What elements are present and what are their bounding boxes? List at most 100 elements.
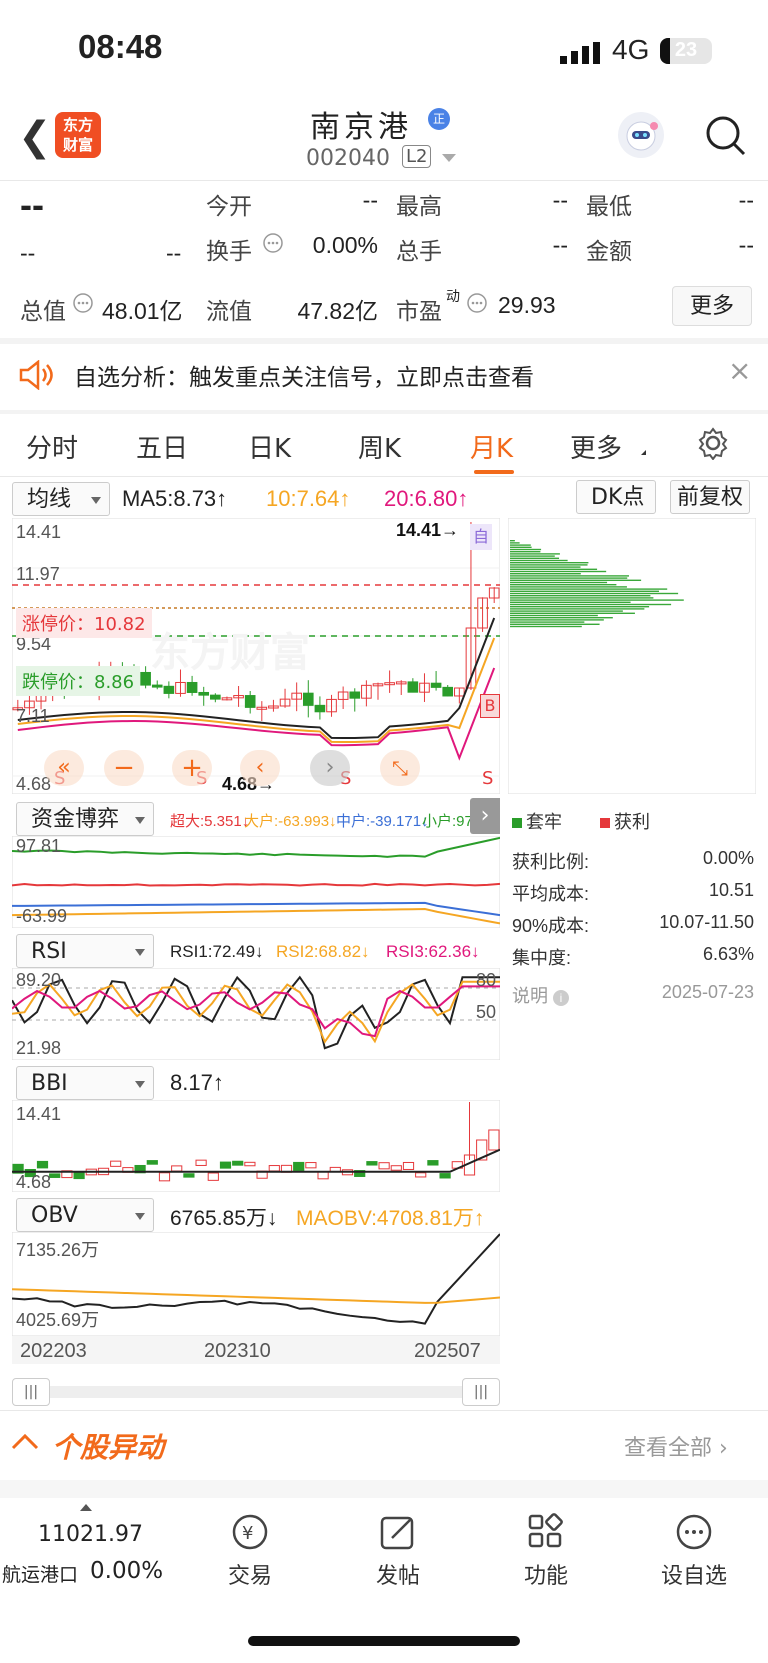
zoom-out-icon[interactable]: −	[104, 750, 144, 786]
open-value: --	[362, 187, 378, 213]
home-indicator	[248, 1636, 520, 1646]
info-icon[interactable]	[262, 232, 284, 254]
chip-bar	[510, 590, 659, 592]
fullscreen-icon[interactable]: ⤡	[380, 750, 420, 786]
bbi-candle	[244, 1161, 256, 1167]
turnover-value: 0.00%	[312, 232, 378, 258]
candle-body	[163, 685, 175, 694]
chip-bar	[510, 546, 532, 548]
chip-bar	[510, 579, 642, 581]
functions-button[interactable]: 功能	[486, 1512, 606, 1590]
obv-y-top: 7135.26万	[16, 1240, 100, 1260]
bbi-candle	[183, 1173, 195, 1178]
view-all-link[interactable]: 查看全部 ›	[624, 1430, 728, 1462]
rsi-line-80: 80	[476, 970, 497, 990]
chip-bar	[510, 544, 531, 546]
app-logo[interactable]: 东方 财富	[55, 112, 101, 158]
range-handle-left[interactable]: |||	[12, 1378, 50, 1406]
chip-bar	[510, 610, 623, 612]
rsi3-value: RSI3:62.36↓	[386, 942, 480, 961]
zoom-in-icon[interactable]: +	[172, 750, 212, 786]
scroll-left-icon[interactable]: «	[44, 750, 84, 786]
capital-select[interactable]: 资金博弈	[16, 802, 154, 836]
ma-select[interactable]: 均线	[12, 482, 110, 516]
info-icon[interactable]	[72, 292, 94, 314]
more-dots-icon	[676, 1514, 712, 1550]
chip-bar	[510, 623, 600, 625]
chip-bar	[510, 597, 654, 599]
bbi-candle	[49, 1173, 61, 1178]
logo-text-1: 东方	[62, 116, 93, 134]
chip-distribution-chart[interactable]	[508, 518, 756, 794]
alert-banner[interactable]: 自选分析：触发重点关注信号，立即点击查看 ×	[0, 342, 768, 410]
dk-point-select[interactable]: DK点	[576, 480, 656, 514]
step-right-icon[interactable]: ›	[310, 750, 350, 786]
battery-icon: 23	[660, 38, 712, 64]
turnover-label: 换手	[206, 238, 252, 264]
chevron-up-icon[interactable]	[10, 1430, 40, 1454]
candle-body	[302, 692, 314, 706]
post-button[interactable]: 发帖	[338, 1512, 458, 1590]
avg-cost-label: 平均成本:	[512, 884, 590, 904]
bbi-candle	[158, 1172, 171, 1182]
more-button[interactable]: 更多	[672, 286, 752, 326]
chip-bar	[510, 542, 520, 544]
expand-chip-icon[interactable]: ›	[470, 798, 500, 834]
high-label: 最高	[396, 193, 442, 219]
status-time: 08:48	[78, 28, 163, 65]
rsi-y-bottom: 21.98	[16, 1038, 62, 1058]
active-tab-indicator	[474, 470, 514, 474]
back-icon[interactable]: ❮	[18, 114, 52, 160]
assistant-avatar[interactable]	[618, 112, 664, 158]
tab-intraday[interactable]: 分时	[26, 428, 78, 465]
capital-y-top: 97.81	[16, 836, 62, 856]
add-watchlist-button[interactable]: 设自选	[634, 1512, 754, 1590]
search-icon[interactable]	[704, 114, 748, 158]
chip-date: 2025-07-23	[661, 982, 754, 1002]
gear-icon[interactable]	[696, 426, 730, 460]
index-pct: 0.00%	[90, 1558, 164, 1584]
candle-body	[407, 681, 419, 693]
chevron-down-icon[interactable]	[442, 154, 456, 162]
large-series-line	[12, 908, 500, 925]
range-handle-right[interactable]: |||	[462, 1378, 500, 1406]
trade-icon: ¥	[232, 1514, 268, 1550]
index-name[interactable]: 航运港口	[2, 1560, 78, 1587]
close-icon[interactable]: ×	[728, 354, 751, 387]
mktcap-value: 48.01亿	[102, 298, 183, 324]
bbi-candle	[219, 1161, 232, 1169]
stock-code[interactable]: 002040	[306, 146, 390, 171]
level2-badge[interactable]: L2	[402, 145, 432, 168]
legend-trapped-label: 套牢	[526, 812, 562, 832]
chevron-right-icon: ›	[719, 1436, 728, 1461]
bbi-select[interactable]: BBI	[16, 1066, 154, 1100]
bbi-y-top: 14.41	[16, 1104, 62, 1124]
bbi-candle	[402, 1161, 415, 1170]
volume-label: 总手	[396, 238, 442, 264]
rsi-select[interactable]: RSI	[16, 934, 154, 968]
limit-up-label: 涨停价：10.82	[16, 608, 152, 638]
range-slider-track[interactable]	[40, 1386, 470, 1398]
index-value[interactable]: 11021.97	[38, 1522, 143, 1547]
rsi-chart	[12, 968, 500, 1060]
explain-link[interactable]: 说明 i	[512, 982, 570, 1008]
trade-button[interactable]: ¥ 交易	[190, 1512, 310, 1590]
bbi-candle	[378, 1162, 390, 1170]
tab-5day[interactable]: 五日	[136, 428, 188, 465]
bbi-candle	[488, 1129, 500, 1151]
adjust-select[interactable]: 前复权	[670, 480, 750, 514]
tab-monthly-k[interactable]: 月K	[470, 428, 513, 465]
candle-body	[140, 671, 151, 686]
obv-select[interactable]: OBV	[16, 1198, 154, 1232]
info-icon: i	[553, 990, 570, 1006]
tab-weekly-k[interactable]: 周K	[358, 428, 401, 465]
profit-ratio-label: 获利比例:	[512, 852, 590, 872]
watch-label: 设自选	[660, 1564, 727, 1589]
chip-bar	[510, 559, 568, 562]
last-price: --	[20, 184, 44, 225]
tab-daily-k[interactable]: 日K	[248, 428, 291, 465]
info-icon[interactable]	[466, 292, 488, 314]
float-value: 47.82亿	[297, 298, 378, 324]
step-left-icon[interactable]: ‹	[240, 750, 280, 786]
tab-more[interactable]: 更多	[570, 428, 622, 465]
